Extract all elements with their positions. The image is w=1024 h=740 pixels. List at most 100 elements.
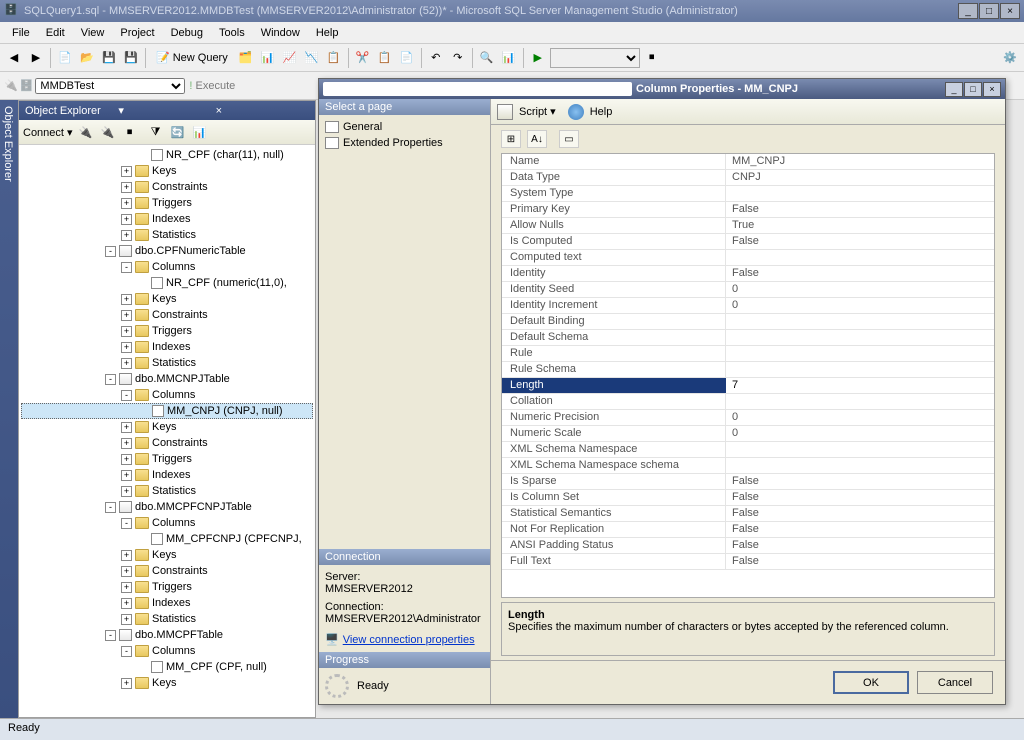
collapse-icon[interactable]: -	[121, 262, 132, 273]
script-dropdown[interactable]: Script ▾	[519, 105, 556, 118]
save-all-button[interactable]: 💾	[121, 48, 141, 68]
tree-node[interactable]: +Triggers	[21, 451, 313, 467]
menu-file[interactable]: File	[4, 24, 38, 42]
close-button[interactable]: ×	[1000, 3, 1020, 19]
expand-icon[interactable]: +	[121, 678, 132, 689]
maximize-button[interactable]: □	[979, 3, 999, 19]
tree-node[interactable]: +Indexes	[21, 211, 313, 227]
view-connection-properties-link[interactable]: View connection properties	[343, 634, 475, 646]
tree-node[interactable]: +Keys	[21, 675, 313, 691]
property-row[interactable]: Default Schema	[502, 330, 994, 346]
tree-node[interactable]: +Constraints	[21, 435, 313, 451]
expand-icon[interactable]: +	[121, 166, 132, 177]
menu-help[interactable]: Help	[308, 24, 347, 42]
available-db-icon[interactable]: 🗄️	[20, 79, 34, 92]
property-row[interactable]: Identity Increment0	[502, 298, 994, 314]
property-row[interactable]: Allow NullsTrue	[502, 218, 994, 234]
property-row[interactable]: Default Binding	[502, 314, 994, 330]
forward-button[interactable]: ▶	[26, 48, 46, 68]
collapse-icon[interactable]: -	[121, 646, 132, 657]
start-debug-button[interactable]: ▶	[528, 48, 548, 68]
tree-node[interactable]: -dbo.CPFNumericTable	[21, 243, 313, 259]
tree-node[interactable]: +Indexes	[21, 339, 313, 355]
tree-node[interactable]: +Triggers	[21, 323, 313, 339]
tree-node[interactable]: -Columns	[21, 515, 313, 531]
debug-target-combo[interactable]	[550, 48, 640, 68]
tree-node[interactable]: +Statistics	[21, 611, 313, 627]
tree-node[interactable]: +Indexes	[21, 467, 313, 483]
dialog-maximize-button[interactable]: □	[964, 82, 982, 97]
dialog-close-button[interactable]: ×	[983, 82, 1001, 97]
open-button[interactable]: 📂	[77, 48, 97, 68]
property-row[interactable]: IdentityFalse	[502, 266, 994, 282]
property-row[interactable]: System Type	[502, 186, 994, 202]
page-extended-properties[interactable]: Extended Properties	[323, 135, 486, 151]
property-pages-button[interactable]: ▭	[559, 130, 579, 148]
options-button[interactable]: ⚙️	[1000, 48, 1020, 68]
expand-icon[interactable]: +	[121, 438, 132, 449]
save-button[interactable]: 💾	[99, 48, 119, 68]
property-row[interactable]: Rule Schema	[502, 362, 994, 378]
minimize-button[interactable]: _	[958, 3, 978, 19]
collapse-icon[interactable]: -	[105, 502, 116, 513]
menu-project[interactable]: Project	[112, 24, 162, 42]
property-row[interactable]: Not For ReplicationFalse	[502, 522, 994, 538]
expand-icon[interactable]: +	[121, 470, 132, 481]
expand-icon[interactable]: +	[121, 582, 132, 593]
expand-icon[interactable]: +	[121, 454, 132, 465]
tree-node[interactable]: +Keys	[21, 291, 313, 307]
activity-monitor-icon[interactable]: 📊	[499, 48, 519, 68]
menu-tools[interactable]: Tools	[211, 24, 253, 42]
disconnect-icon[interactable]: 🔌	[99, 123, 117, 141]
tree-node[interactable]: +Triggers	[21, 579, 313, 595]
tree-node[interactable]: +Constraints	[21, 563, 313, 579]
find-button[interactable]: 🔍	[477, 48, 497, 68]
analysis-query-icon[interactable]: 📊	[258, 48, 278, 68]
collapse-icon[interactable]: -	[121, 518, 132, 529]
tree-node[interactable]: NR_CPF (numeric(11,0),	[21, 275, 313, 291]
expand-icon[interactable]: +	[121, 230, 132, 241]
property-row[interactable]: Rule	[502, 346, 994, 362]
stop-button[interactable]: ⏹	[642, 48, 662, 68]
copy-button[interactable]: 📋	[375, 48, 395, 68]
expand-icon[interactable]: +	[121, 294, 132, 305]
property-row[interactable]: Is Column SetFalse	[502, 490, 994, 506]
dialog-minimize-button[interactable]: _	[945, 82, 963, 97]
expand-icon[interactable]: +	[121, 310, 132, 321]
property-row[interactable]: Computed text	[502, 250, 994, 266]
expand-icon[interactable]: +	[121, 614, 132, 625]
property-row[interactable]: Primary KeyFalse	[502, 202, 994, 218]
mdx-query-icon[interactable]: 📈	[280, 48, 300, 68]
object-tree[interactable]: NR_CPF (char(11), null)+Keys+Constraints…	[19, 145, 315, 717]
expand-icon[interactable]: +	[121, 198, 132, 209]
tree-node[interactable]: -Columns	[21, 387, 313, 403]
property-grid[interactable]: NameMM_CNPJData TypeCNPJSystem TypePrima…	[501, 153, 995, 598]
property-row[interactable]: Length7	[502, 378, 994, 394]
expand-icon[interactable]: +	[121, 326, 132, 337]
tree-node[interactable]: -Columns	[21, 259, 313, 275]
expand-icon[interactable]: +	[121, 182, 132, 193]
panel-close-icon[interactable]: ×	[216, 105, 309, 117]
new-project-button[interactable]: 📄	[55, 48, 75, 68]
tree-node[interactable]: +Keys	[21, 419, 313, 435]
tree-node[interactable]: +Keys	[21, 547, 313, 563]
connect-icon[interactable]: 🔌	[77, 123, 95, 141]
database-combo[interactable]: MMDBTest	[35, 78, 185, 94]
refresh-icon[interactable]: 🔄	[169, 123, 187, 141]
property-row[interactable]: Numeric Scale0	[502, 426, 994, 442]
expand-icon[interactable]: +	[121, 598, 132, 609]
expand-icon[interactable]: +	[121, 486, 132, 497]
property-row[interactable]: XML Schema Namespace	[502, 442, 994, 458]
property-row[interactable]: Data TypeCNPJ	[502, 170, 994, 186]
expand-icon[interactable]: +	[121, 566, 132, 577]
tree-node[interactable]: +Constraints	[21, 179, 313, 195]
back-button[interactable]: ◀	[4, 48, 24, 68]
tree-node[interactable]: +Triggers	[21, 195, 313, 211]
property-row[interactable]: Numeric Precision0	[502, 410, 994, 426]
collapse-icon[interactable]: -	[121, 390, 132, 401]
help-button[interactable]: Help	[590, 106, 613, 118]
property-row[interactable]: NameMM_CNPJ	[502, 154, 994, 170]
collapse-icon[interactable]: -	[105, 630, 116, 641]
dialog-titlebar[interactable]: Column Properties - MM_CNPJ _ □ ×	[319, 79, 1005, 99]
tree-node[interactable]: -dbo.MMCPFTable	[21, 627, 313, 643]
